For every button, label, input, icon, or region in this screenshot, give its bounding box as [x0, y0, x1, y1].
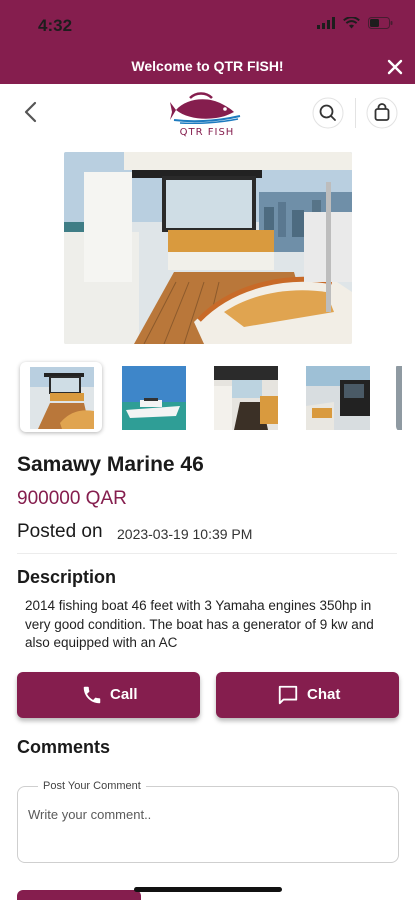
status-time: 4:32: [38, 16, 73, 35]
listing-price: 900000 QAR: [17, 488, 127, 509]
thumbnail-cabin-image: [214, 366, 278, 430]
status-icons: [317, 17, 393, 29]
comment-box[interactable]: [17, 786, 399, 863]
comment-field-label: Post Your Comment: [38, 780, 146, 792]
fish-logo-icon: [170, 92, 241, 125]
description-heading: Description: [17, 567, 117, 587]
thumbnail-3[interactable]: [212, 362, 294, 432]
welcome-banner: Welcome to QTR FISH!: [0, 50, 415, 84]
search-icon[interactable]: [312, 97, 344, 129]
chat-icon: [278, 685, 298, 705]
post-comment-button[interactable]: [17, 890, 141, 900]
thumbnail-2[interactable]: [120, 362, 202, 432]
back-arrow-icon[interactable]: [18, 98, 46, 126]
thumbnail-4[interactable]: [304, 362, 386, 432]
header-divider: [355, 98, 356, 128]
image-thumbnails: [20, 362, 415, 434]
listing-title: Samawy Marine 46: [17, 453, 204, 476]
battery-icon: [368, 17, 393, 29]
thumbnail-5[interactable]: [396, 362, 415, 432]
phone-icon: [83, 686, 101, 704]
thumbnail-deck-image: [30, 367, 94, 429]
app-header: QTR FISH: [0, 84, 415, 142]
section-divider: [17, 553, 397, 554]
comment-input[interactable]: [28, 807, 388, 822]
call-button[interactable]: Call: [17, 672, 200, 718]
signal-icon: [317, 17, 335, 29]
posted-on-label: Posted on: [17, 521, 103, 542]
posted-on-date: 2023-03-19 10:39 PM: [117, 526, 253, 542]
description-text: 2014 fishing boat 46 feet with 3 Yamaha …: [25, 598, 374, 650]
comments-heading: Comments: [17, 737, 111, 757]
logo: QTR FISH: [170, 90, 244, 138]
close-icon[interactable]: [385, 57, 405, 77]
status-bar: 4:32: [0, 0, 415, 50]
chat-button-label: Chat: [307, 686, 341, 703]
welcome-text: Welcome to QTR FISH!: [131, 58, 284, 74]
shopping-bag-icon[interactable]: [366, 97, 398, 129]
thumbnail-1[interactable]: [20, 362, 102, 432]
main-boat-image[interactable]: [64, 152, 352, 344]
thumbnail-boat-side-image: [122, 366, 186, 430]
logo-text: QTR FISH: [179, 127, 235, 138]
thumbnail-helm-image: [306, 366, 370, 430]
call-button-label: Call: [110, 686, 138, 703]
thumbnail-partial-image: [396, 366, 402, 430]
chat-button[interactable]: Chat: [216, 672, 399, 718]
boat-deck-image: [64, 152, 352, 344]
wifi-icon: [343, 17, 360, 29]
home-indicator: [134, 887, 282, 892]
